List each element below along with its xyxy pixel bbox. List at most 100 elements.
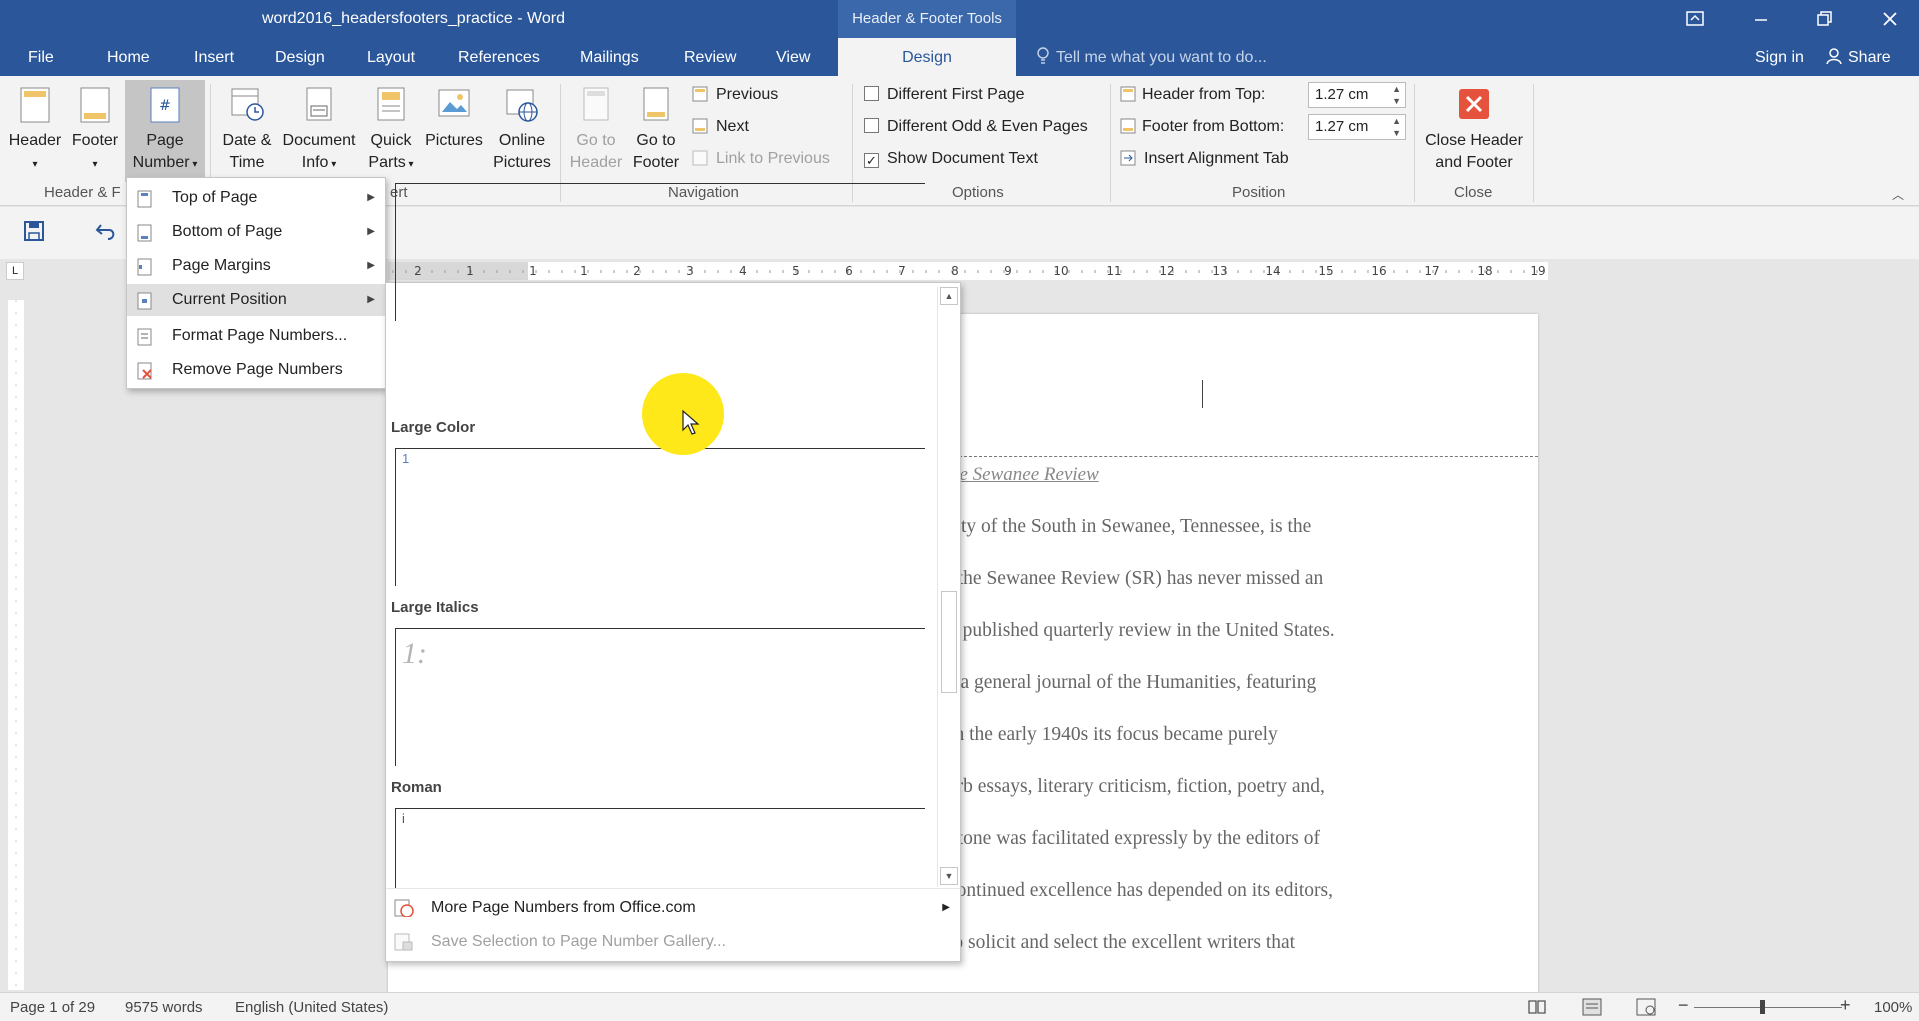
- tab-header-footer-design[interactable]: Design: [838, 38, 1016, 76]
- page-count[interactable]: Page 1 of 29: [10, 999, 95, 1016]
- more-page-numbers-label: More Page Numbers from Office.com: [431, 899, 696, 916]
- word-count[interactable]: 9575 words: [125, 999, 203, 1016]
- checkbox-checked-icon: ✓: [864, 153, 879, 168]
- header-button[interactable]: Header ▾: [6, 86, 64, 182]
- pictures-label: Pictures: [425, 132, 483, 149]
- ruler-tick-label: 10: [1053, 264, 1068, 278]
- picture-icon: [438, 89, 470, 117]
- spin-arrows-icon[interactable]: ▲ ▼: [1392, 83, 1401, 107]
- scroll-down-arrow-icon[interactable]: ▼: [940, 867, 958, 885]
- remove-page-numbers-icon: [137, 362, 152, 380]
- show-document-text-checkbox[interactable]: ✓ Show Document Text: [864, 150, 1038, 168]
- header-from-top-input[interactable]: 1.27 cm ▲ ▼: [1308, 82, 1406, 108]
- different-odd-even-checkbox[interactable]: Different Odd & Even Pages: [864, 118, 1088, 136]
- go-to-header-button[interactable]: Go to Header: [566, 86, 626, 182]
- tab-layout[interactable]: Layout: [367, 38, 415, 76]
- gallery-thumb-number: i: [402, 811, 405, 826]
- zoom-slider-thumb[interactable]: [1760, 1000, 1765, 1014]
- zoom-out-icon[interactable]: −: [1678, 995, 1689, 1016]
- menu-item-bottom-of-page[interactable]: Bottom of Page ▶: [127, 216, 385, 248]
- page-number-button[interactable]: # Page Number ▾: [125, 80, 205, 182]
- minimize-button[interactable]: [1733, 0, 1789, 38]
- restore-button[interactable]: [1797, 0, 1853, 38]
- more-page-numbers-item[interactable]: More Page Numbers from Office.com ▶: [386, 891, 960, 925]
- pictures-button[interactable]: Pictures: [420, 86, 488, 182]
- restore-icon: [1817, 11, 1832, 26]
- tab-review[interactable]: Review: [684, 38, 736, 76]
- document-info-button[interactable]: Document Info ▾: [278, 86, 360, 182]
- go-to-footer-button[interactable]: Go to Footer: [626, 86, 686, 182]
- menu-item-top-of-page[interactable]: Top of Page ▶: [127, 182, 385, 214]
- gallery-scrollbar[interactable]: ▲ ▼: [937, 287, 959, 887]
- zoom-slider-track[interactable]: [1694, 1007, 1842, 1008]
- different-first-page-checkbox[interactable]: Different First Page: [864, 86, 1025, 104]
- header-from-top-label: Header from Top:: [1142, 86, 1266, 103]
- tab-home[interactable]: Home: [107, 38, 150, 76]
- header-position-icon: [1120, 86, 1136, 102]
- document-title: word2016_headersfooters_practice - Word: [262, 10, 565, 27]
- document-text-line: y published quarterly review in the Unit…: [948, 620, 1335, 641]
- submenu-arrow-icon: ▶: [367, 294, 375, 305]
- vertical-ruler[interactable]: [8, 300, 24, 990]
- collapse-ribbon-icon[interactable]: ︿: [1892, 186, 1904, 203]
- tab-design[interactable]: Design: [275, 38, 325, 76]
- menu-item-current-position[interactable]: Current Position ▶: [127, 284, 385, 316]
- ruler-tick-label: 12: [1159, 264, 1174, 278]
- gallery-thumb-large-italics[interactable]: 1:: [395, 628, 925, 766]
- context-tools-title: Header & Footer Tools: [838, 0, 1016, 38]
- tab-selector[interactable]: L: [6, 262, 24, 280]
- next-button[interactable]: Next: [692, 118, 749, 136]
- document-text-line: , the Sewanee Review (SR) has never miss…: [948, 568, 1324, 589]
- ruler-tick-label: 18: [1477, 264, 1492, 278]
- insert-alignment-tab-button[interactable]: Insert Alignment Tab: [1120, 150, 1289, 168]
- tell-me-text: Tell me what you want to do...: [1056, 49, 1267, 66]
- online-pictures-label-2: Pictures: [493, 154, 551, 171]
- save-selection-item[interactable]: Save Selection to Page Number Gallery...: [386, 925, 960, 959]
- footer-icon: [80, 87, 110, 123]
- print-layout-icon[interactable]: [1582, 998, 1602, 1016]
- tab-insert[interactable]: Insert: [194, 38, 234, 76]
- read-mode-icon[interactable]: [1528, 999, 1546, 1015]
- link-to-previous-button[interactable]: Link to Previous: [692, 150, 830, 168]
- share-label: Share: [1848, 49, 1891, 66]
- footer-from-bottom-value: 1.27 cm: [1315, 118, 1369, 135]
- menu-item-format-page-numbers[interactable]: Format Page Numbers...: [127, 320, 385, 352]
- different-first-page-label: Different First Page: [887, 86, 1025, 103]
- language-indicator[interactable]: English (United States): [235, 999, 388, 1016]
- checkbox-unchecked-icon: [864, 118, 879, 133]
- gallery-thumb-large-color[interactable]: 1: [395, 448, 925, 586]
- scrollbar-thumb[interactable]: [941, 591, 957, 693]
- menu-item-remove-page-numbers[interactable]: Remove Page Numbers: [127, 354, 385, 386]
- save-selection-label: Save Selection to Page Number Gallery...: [431, 933, 726, 950]
- share-button[interactable]: Share: [1826, 38, 1891, 78]
- previous-button[interactable]: Previous: [692, 86, 778, 104]
- close-window-button[interactable]: [1862, 0, 1918, 38]
- tell-me-search[interactable]: Tell me what you want to do...: [1036, 38, 1267, 78]
- scroll-up-arrow-icon[interactable]: ▲: [940, 287, 958, 305]
- document-text-line: continued excellence has depended on its…: [948, 880, 1333, 901]
- ruler-tick-label: 15: [1318, 264, 1333, 278]
- gallery-thumb-roman[interactable]: i: [395, 808, 925, 888]
- zoom-in-icon[interactable]: +: [1840, 995, 1851, 1016]
- online-pictures-button[interactable]: Online Pictures: [488, 86, 556, 182]
- tab-view[interactable]: View: [776, 38, 810, 76]
- tab-references[interactable]: References: [458, 38, 540, 76]
- ribbon-display-options-button[interactable]: [1667, 0, 1723, 38]
- alignment-tab-icon: [1120, 150, 1136, 166]
- menu-item-page-margins[interactable]: Page Margins ▶: [127, 250, 385, 282]
- save-icon[interactable]: [24, 221, 44, 241]
- quick-parts-button[interactable]: Quick Parts ▾: [362, 86, 420, 182]
- date-time-button[interactable]: Date & Time: [216, 86, 278, 182]
- footer-from-bottom-input[interactable]: 1.27 cm ▲ ▼: [1308, 114, 1406, 140]
- gallery-thumb-previous[interactable]: [395, 183, 925, 321]
- undo-icon[interactable]: [95, 221, 117, 241]
- tab-mailings[interactable]: Mailings: [580, 38, 639, 76]
- gallery-footer: More Page Numbers from Office.com ▶ Save …: [386, 888, 960, 961]
- footer-button[interactable]: Footer ▾: [66, 86, 124, 182]
- sign-in-link[interactable]: Sign in: [1755, 38, 1804, 78]
- spin-arrows-icon[interactable]: ▲ ▼: [1392, 115, 1401, 139]
- close-header-footer-button[interactable]: Close Header and Footer: [1420, 86, 1528, 182]
- web-layout-icon[interactable]: [1636, 998, 1656, 1016]
- tab-file[interactable]: File: [28, 38, 54, 76]
- zoom-level[interactable]: 100%: [1874, 999, 1912, 1016]
